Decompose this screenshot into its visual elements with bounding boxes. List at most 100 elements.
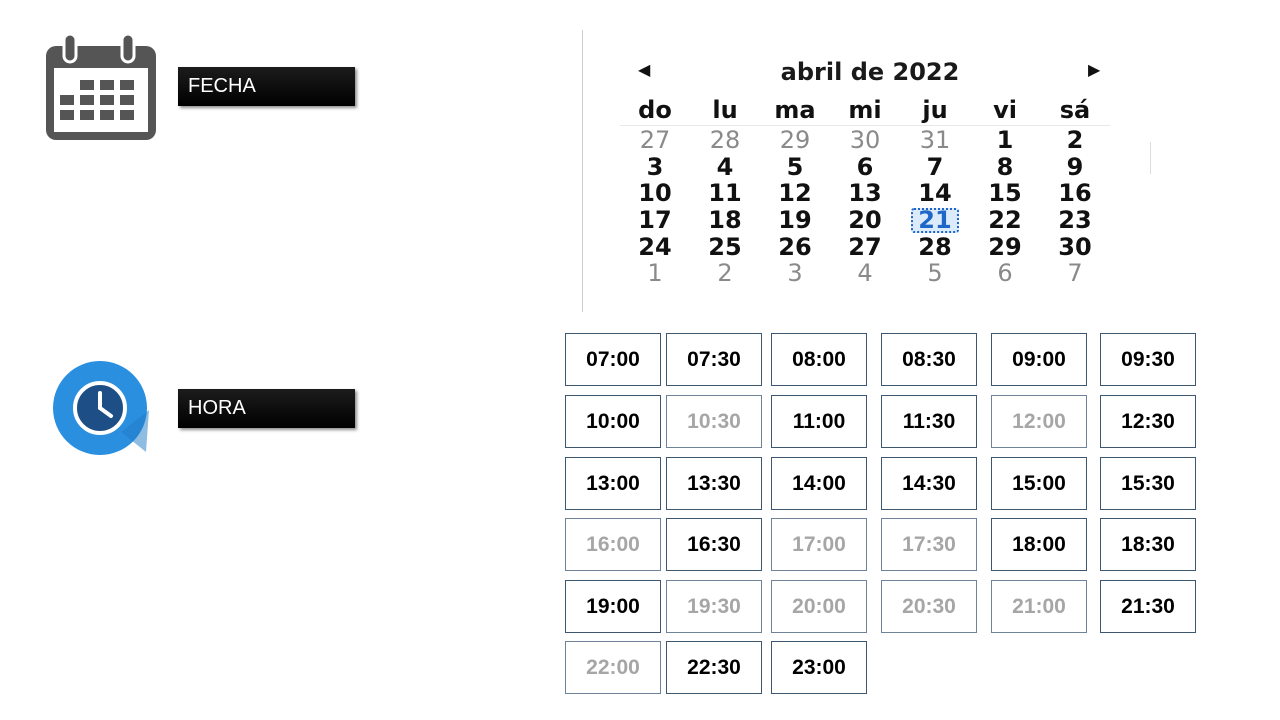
calendar-day[interactable]: 16: [1040, 180, 1110, 207]
calendar-day[interactable]: 8: [970, 154, 1040, 181]
time-slot-button[interactable]: 10:00: [565, 395, 661, 448]
time-slot-button[interactable]: 19:00: [565, 580, 661, 633]
calendar-day[interactable]: 2: [1040, 127, 1110, 154]
calendar-day[interactable]: 5: [760, 154, 830, 181]
calendar-day[interactable]: 19: [760, 207, 830, 234]
calendar-day[interactable]: 29: [970, 234, 1040, 261]
calendar-day[interactable]: 31: [900, 127, 970, 154]
calendar-day[interactable]: 2: [690, 260, 760, 287]
time-slot-button[interactable]: 08:30: [881, 333, 977, 386]
calendar-day[interactable]: 22: [970, 207, 1040, 234]
calendar-day[interactable]: 14: [900, 180, 970, 207]
calendar-day-number: 3: [646, 152, 664, 181]
calendar-day-number: 2: [717, 259, 733, 288]
time-slot-button[interactable]: 13:00: [565, 457, 661, 510]
time-slot-button[interactable]: 15:00: [991, 457, 1087, 510]
calendar-day[interactable]: 28: [690, 127, 760, 154]
calendar-day[interactable]: 4: [690, 154, 760, 181]
weekday-label: ju: [922, 96, 948, 124]
calendar-day-number: 30: [849, 126, 881, 154]
time-slot-button[interactable]: 21:00: [991, 580, 1087, 633]
calendar-day-number: 18: [708, 206, 742, 235]
time-slot-button[interactable]: 18:30: [1100, 518, 1196, 571]
calendar-day-number: 1: [996, 126, 1014, 154]
time-slot-button[interactable]: 20:00: [771, 580, 867, 633]
calendar-day[interactable]: 26: [760, 234, 830, 261]
calendar-day[interactable]: 25: [690, 234, 760, 261]
time-slot-button[interactable]: 22:30: [666, 641, 762, 694]
calendar-day[interactable]: 27: [620, 127, 690, 154]
calendar-day[interactable]: 27: [830, 234, 900, 261]
calendar-day[interactable]: 30: [830, 127, 900, 154]
time-slot-button[interactable]: 17:30: [881, 518, 977, 571]
weekday-label: ma: [774, 96, 816, 124]
time-slot-button[interactable]: 16:00: [565, 518, 661, 571]
calendar-day[interactable]: 30: [1040, 234, 1110, 261]
calendar-day-number: 13: [848, 179, 882, 208]
time-slot-button[interactable]: 11:30: [881, 395, 977, 448]
time-slot-button[interactable]: 19:30: [666, 580, 762, 633]
time-slot-button[interactable]: 07:30: [666, 333, 762, 386]
calendar-day[interactable]: 1: [970, 127, 1040, 154]
calendar-day[interactable]: 3: [620, 154, 690, 181]
calendar-day[interactable]: 18: [690, 207, 760, 234]
calendar-prev-button[interactable]: ◀: [638, 60, 650, 80]
calendar-day[interactable]: 24: [620, 234, 690, 261]
calendar-day[interactable]: 11: [690, 180, 760, 207]
time-slot-button[interactable]: 21:30: [1100, 580, 1196, 633]
time-slot-button[interactable]: 23:00: [771, 641, 867, 694]
calendar-next-button[interactable]: ▶: [1088, 60, 1100, 80]
calendar-day[interactable]: 23: [1040, 207, 1110, 234]
time-slot-button[interactable]: 20:30: [881, 580, 977, 633]
time-slot-button[interactable]: 12:30: [1100, 395, 1196, 448]
calendar-day[interactable]: 6: [830, 154, 900, 181]
calendar-day[interactable]: 1: [620, 260, 690, 287]
time-slot-button[interactable]: 09:30: [1100, 333, 1196, 386]
calendar-day[interactable]: 9: [1040, 154, 1110, 181]
weekday-label: mi: [848, 96, 882, 124]
calendar-day-number: 1: [647, 259, 663, 288]
calendar-day-number: 16: [1058, 179, 1092, 208]
calendar-divider: [582, 30, 583, 312]
time-slot-button[interactable]: 17:00: [771, 518, 867, 571]
calendar-day[interactable]: 20: [830, 207, 900, 234]
calendar-day[interactable]: 6: [970, 260, 1040, 287]
calendar-day[interactable]: 5: [900, 260, 970, 287]
time-slot-button[interactable]: 16:30: [666, 518, 762, 571]
calendar-day-number: 31: [919, 126, 951, 154]
calendar-day[interactable]: 7: [1040, 260, 1110, 287]
calendar-day-number: 9: [1066, 152, 1084, 181]
time-slot-button[interactable]: 13:30: [666, 457, 762, 510]
time-slot-button[interactable]: 10:30: [666, 395, 762, 448]
time-slot-button[interactable]: 15:30: [1100, 457, 1196, 510]
time-slot-button[interactable]: 12:00: [991, 395, 1087, 448]
time-slot-button[interactable]: 18:00: [991, 518, 1087, 571]
calendar-day-number: 21: [911, 208, 959, 234]
time-slot-button[interactable]: 14:00: [771, 457, 867, 510]
time-slot-button[interactable]: 14:30: [881, 457, 977, 510]
calendar-day[interactable]: 7: [900, 154, 970, 181]
calendar-day-selected[interactable]: 21: [900, 207, 970, 234]
calendar-week-row: 3 4 5 6 7 8 9: [620, 154, 1110, 181]
calendar-day[interactable]: 13: [830, 180, 900, 207]
time-slot-button[interactable]: 07:00: [565, 333, 661, 386]
time-slot-button[interactable]: 09:00: [991, 333, 1087, 386]
calendar-month-title[interactable]: abril de 2022: [700, 58, 1040, 86]
calendar-day[interactable]: 17: [620, 207, 690, 234]
calendar-day[interactable]: 3: [760, 260, 830, 287]
calendar-day-number: 10: [638, 179, 672, 208]
calendar-day[interactable]: 15: [970, 180, 1040, 207]
time-slot-button[interactable]: 11:00: [771, 395, 867, 448]
time-slot-button[interactable]: 22:00: [565, 641, 661, 694]
calendar-day[interactable]: 4: [830, 260, 900, 287]
calendar-day[interactable]: 28: [900, 234, 970, 261]
calendar-day[interactable]: 12: [760, 180, 830, 207]
calendar-day[interactable]: 10: [620, 180, 690, 207]
calendar-day-number: 23: [1058, 206, 1092, 235]
time-slot-button[interactable]: 08:00: [771, 333, 867, 386]
calendar-weeks: 27 28 29 30 31 1 2 3 4 5 6 7 8 9 10 11 12 13 14 15 16 17 18 19 2…: [620, 127, 1110, 287]
calendar-day-number: 20: [848, 206, 882, 235]
weekday-label: lu: [712, 96, 738, 124]
calendar-day[interactable]: 29: [760, 127, 830, 154]
calendar-day-number: 8: [996, 152, 1014, 181]
